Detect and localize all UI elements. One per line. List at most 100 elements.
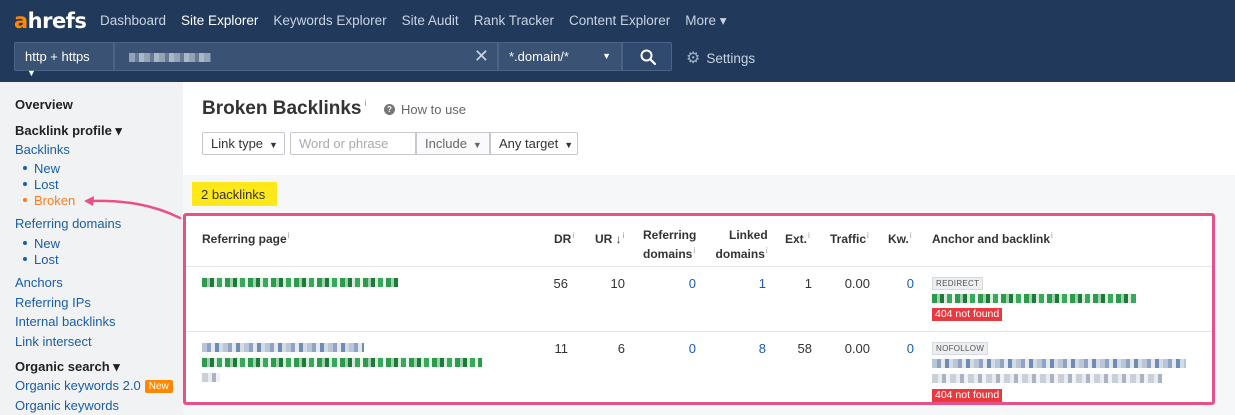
divider — [186, 331, 1212, 332]
info-icon: i — [572, 231, 575, 240]
dr-value: 11 — [554, 341, 569, 356]
sidebar-referring-domains-new[interactable]: New — [23, 236, 60, 251]
nav-content-explorer[interactable]: Content Explorer — [569, 13, 670, 29]
info-icon: i — [1051, 231, 1053, 240]
blurred-url-text — [129, 53, 211, 62]
nav-more[interactable]: More ▾ — [685, 13, 726, 29]
sidebar-internal-backlinks[interactable]: Internal backlinks — [15, 314, 115, 329]
col-kw[interactable]: Kw.i — [888, 228, 912, 247]
keywords-value[interactable]: 0 — [894, 276, 914, 291]
info-icon: i — [909, 231, 912, 240]
url-input[interactable]: ✕ — [114, 42, 498, 71]
col-linked-domains[interactable]: Linked domainsi — [713, 228, 768, 262]
gear-icon: ⚙ — [686, 50, 701, 67]
traffic-value: 0.00 — [844, 276, 870, 291]
chevron-down-icon: ▼ — [27, 68, 36, 78]
sidebar-organic-keywords-2[interactable]: Organic keywords 2.0 New — [15, 378, 173, 393]
referring-page-link[interactable] — [202, 278, 398, 287]
sidebar-referring-ips[interactable]: Referring IPs — [15, 295, 91, 310]
ext-value: 58 — [797, 341, 812, 356]
anchor-text — [932, 359, 1186, 368]
bullet — [23, 256, 27, 261]
sidebar-backlinks[interactable]: Backlinks — [15, 142, 70, 157]
backlink-url[interactable] — [932, 374, 1162, 383]
chevron-down-icon: ▼ — [269, 140, 278, 150]
arrow-annotation — [84, 196, 182, 220]
word-or-phrase-input[interactable]: Word or phrase — [290, 132, 416, 155]
settings-button[interactable]: ⚙ Settings — [686, 48, 755, 68]
sidebar-link-intersect[interactable]: Link intersect — [15, 334, 92, 349]
sidebar-backlinks-lost[interactable]: Lost — [23, 177, 59, 192]
referring-domains-value[interactable]: 0 — [676, 341, 696, 356]
linked-domains-value[interactable]: 1 — [746, 276, 766, 291]
info-icon: i — [808, 231, 810, 240]
col-traffic[interactable]: Traffici — [830, 228, 869, 247]
col-referring-domains[interactable]: Referring domainsi — [643, 228, 696, 262]
nofollow-tag: NOFOLLOW — [932, 342, 989, 355]
chevron-down-icon: ▼ — [564, 140, 574, 150]
col-referring-page[interactable]: Referring pagei — [202, 228, 289, 247]
referring-page-title — [202, 343, 364, 352]
col-dr[interactable]: DRi — [554, 228, 574, 247]
col-ur[interactable]: UR ↓i — [595, 228, 624, 247]
status-badge: 404 not found — [932, 308, 1003, 321]
ur-value: 6 — [617, 341, 625, 356]
status-badge: 404 not found — [932, 389, 1003, 402]
info-icon: i — [765, 246, 768, 255]
info-icon: i — [867, 231, 869, 240]
sidebar-organic-search[interactable]: Organic search ▾ — [15, 359, 120, 375]
sidebar-anchors[interactable]: Anchors — [15, 275, 63, 290]
protocol-select[interactable]: http + https ▼ — [14, 42, 114, 78]
nav-site-explorer[interactable]: Site Explorer — [181, 13, 258, 29]
ahrefs-logo[interactable]: ahrefs — [14, 9, 87, 33]
top-navigation-bar: ahrefs Dashboard Site Explorer Keywords … — [0, 0, 1235, 42]
bullet — [23, 165, 27, 170]
page-title: Broken Backlinks i — [202, 98, 367, 119]
info-icon[interactable]: i — [364, 98, 366, 108]
ext-value: 1 — [804, 276, 812, 291]
chevron-down-icon: ▼ — [472, 140, 482, 150]
link-type-filter[interactable]: Link type ▼ — [202, 132, 285, 155]
how-to-use-link[interactable]: ? How to use — [384, 102, 466, 117]
sidebar-backlinks-broken[interactable]: Broken — [23, 193, 75, 208]
referring-page-link-continued[interactable] — [202, 373, 220, 382]
mode-select[interactable]: *.domain/* ▼ — [498, 42, 622, 71]
new-badge: New — [144, 380, 173, 393]
backlinks-count-badge: 2 backlinks — [192, 182, 277, 206]
referring-page-link[interactable] — [202, 358, 482, 367]
bullet — [23, 197, 27, 202]
col-ext[interactable]: Ext.i — [785, 228, 810, 247]
sidebar-referring-domains-lost[interactable]: Lost — [23, 252, 59, 267]
sidebar-overview[interactable]: Overview — [15, 97, 73, 112]
search-icon — [640, 49, 656, 65]
search-bar: http + https ▼ ✕ *.domain/* ▼ ⚙ Settings — [0, 42, 1235, 82]
nav-site-audit[interactable]: Site Audit — [402, 13, 459, 29]
backlink-url[interactable] — [932, 294, 1136, 303]
main-menu: Dashboard Site Explorer Keywords Explore… — [100, 13, 742, 29]
referring-domains-value[interactable]: 0 — [676, 276, 696, 291]
chevron-down-icon: ▼ — [602, 51, 611, 61]
sidebar-backlinks-new[interactable]: New — [23, 161, 60, 176]
bullet — [23, 240, 27, 245]
nav-rank-tracker[interactable]: Rank Tracker — [474, 13, 554, 29]
sidebar-backlink-profile[interactable]: Backlink profile ▾ — [15, 123, 122, 139]
info-icon: i — [622, 231, 625, 240]
traffic-value: 0.00 — [844, 341, 870, 356]
col-anchor-and-backlink[interactable]: Anchor and backlinki — [932, 228, 1053, 247]
nav-keywords-explorer[interactable]: Keywords Explorer — [273, 13, 386, 29]
linked-domains-value[interactable]: 8 — [746, 341, 766, 356]
close-icon[interactable]: ✕ — [474, 46, 489, 67]
bullet — [23, 181, 27, 186]
info-icon: i — [287, 231, 290, 240]
divider — [186, 266, 1212, 267]
search-button[interactable] — [622, 42, 672, 71]
keywords-value[interactable]: 0 — [894, 341, 914, 356]
ur-value: 10 — [610, 276, 625, 291]
include-select[interactable]: Include ▼ — [416, 132, 490, 155]
redirect-tag: REDIRECT — [932, 277, 984, 290]
sidebar-organic-keywords[interactable]: Organic keywords — [15, 398, 119, 413]
dr-value: 56 — [553, 276, 568, 291]
any-target-filter[interactable]: Any target ▼ — [490, 132, 578, 155]
nav-dashboard[interactable]: Dashboard — [100, 13, 166, 29]
question-icon: ? — [384, 104, 395, 115]
